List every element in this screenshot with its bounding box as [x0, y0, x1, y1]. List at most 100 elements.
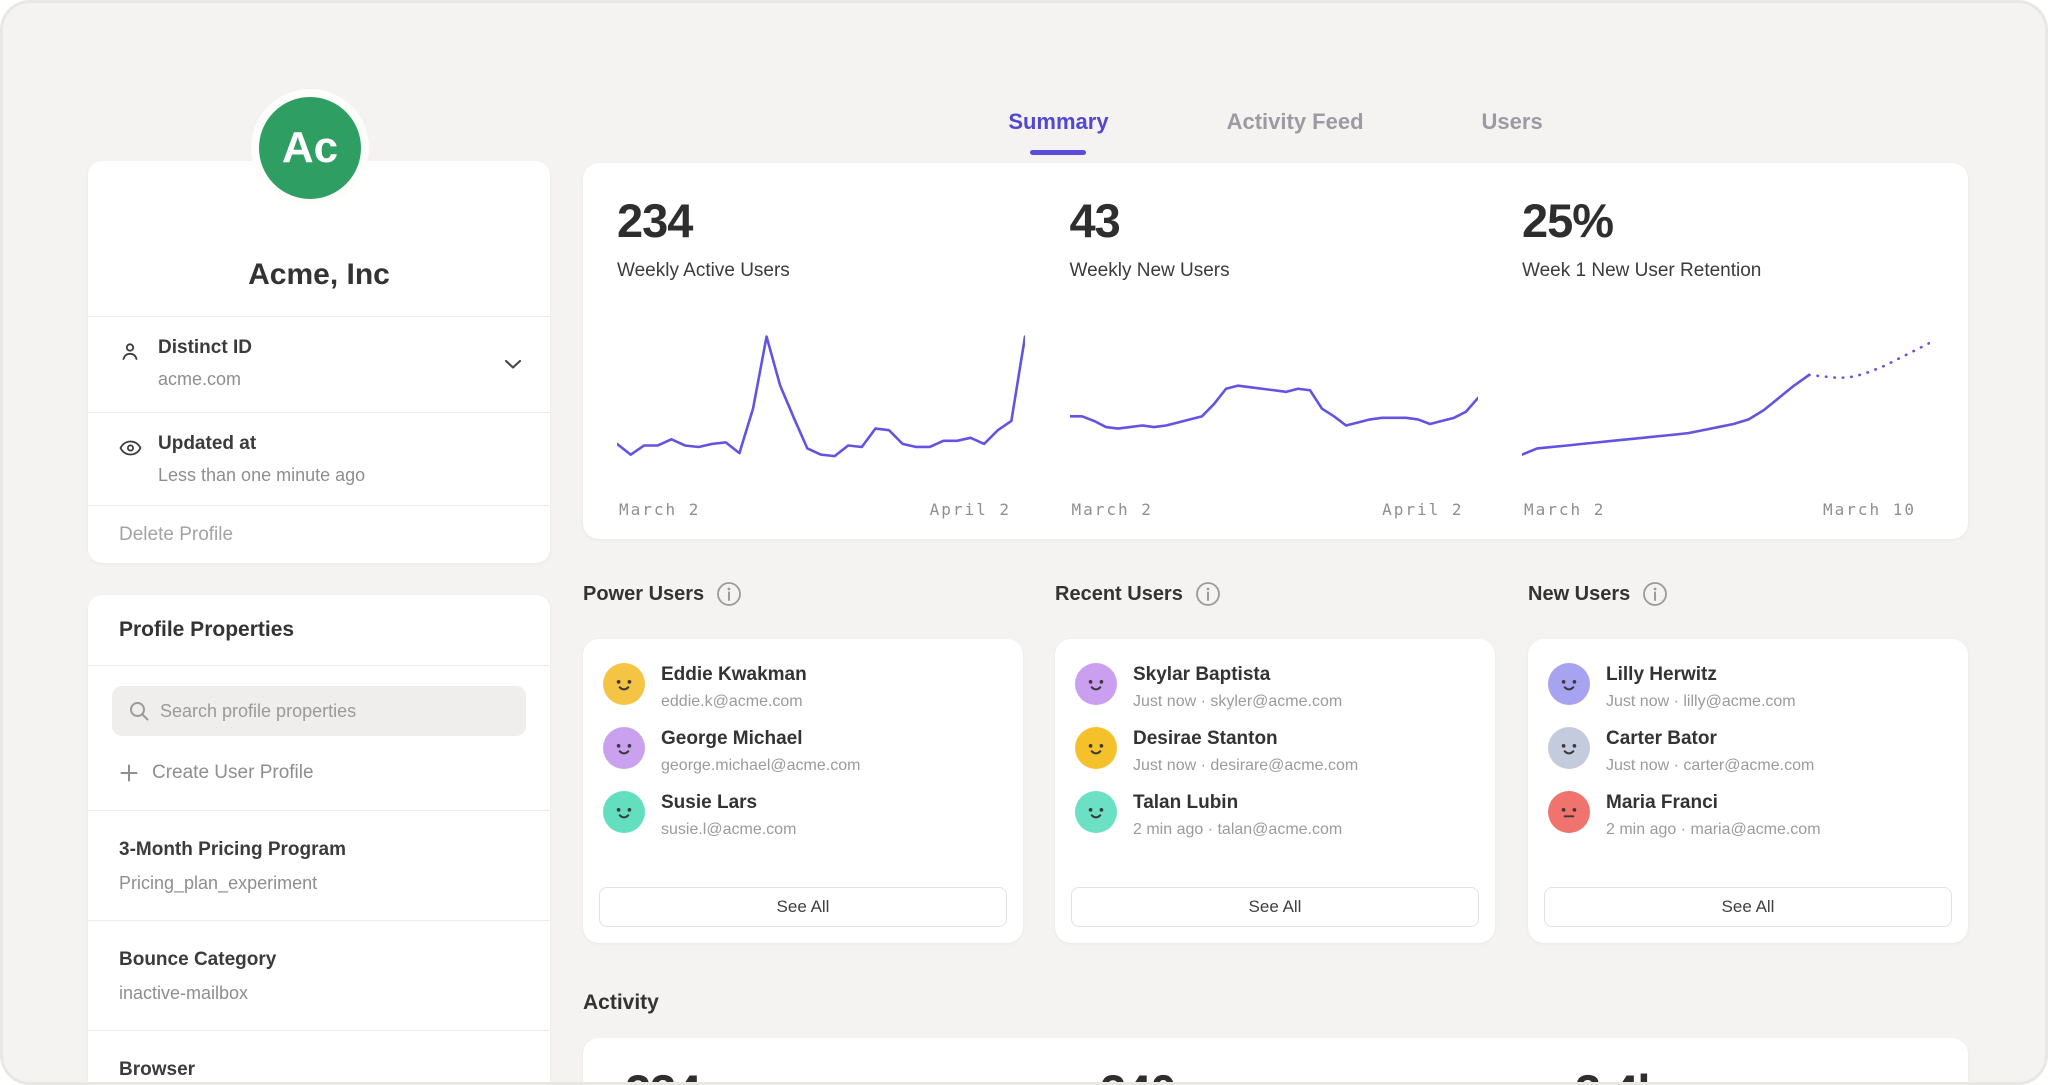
company-avatar: Ac — [251, 89, 369, 207]
user-avatar — [603, 727, 645, 769]
property-row[interactable]: Browser Chrome — [88, 1031, 550, 1085]
user-name: Carter Bator — [1606, 727, 1814, 750]
field-label: Distinct ID — [158, 337, 252, 359]
create-user-profile-label: Create User Profile — [152, 762, 314, 784]
x-tick-left: March 2 — [1072, 500, 1153, 519]
field-updated-at: Updated at Less than one minute ago — [88, 413, 550, 505]
summary-card: 234 Weekly Active Users March 2 April 2 … — [583, 163, 1968, 539]
see-all-button[interactable]: See All — [599, 887, 1007, 927]
stat-value: 43 — [1070, 193, 1478, 248]
divider — [88, 665, 550, 666]
user-list-item[interactable]: Desirae Stanton Just now · desirare@acme… — [1075, 727, 1475, 775]
user-text: Skylar Baptista Just now · skyler@acme.c… — [1133, 663, 1342, 711]
stat-weekly-active-users: 234 Weekly Active Users March 2 April 2 — [617, 193, 1025, 539]
recent-users-card: Skylar Baptista Just now · skyler@acme.c… — [1055, 639, 1495, 943]
tab-users[interactable]: Users — [1482, 89, 1543, 155]
face-icon — [1556, 799, 1582, 825]
activity-stat: 3.4k — [1575, 1064, 1662, 1085]
face-icon — [1083, 799, 1109, 825]
user-detail: 2 min ago · maria@acme.com — [1606, 821, 1821, 839]
avatar-initials: Ac — [282, 123, 338, 173]
weekly-new-users-chart — [1070, 320, 1478, 482]
person-icon — [118, 337, 158, 412]
user-avatar — [1548, 663, 1590, 705]
user-avatar — [1075, 663, 1117, 705]
user-name: Talan Lubin — [1133, 791, 1342, 814]
section-title: New Users — [1528, 583, 1630, 606]
user-detail: Just now · skyler@acme.com — [1133, 693, 1342, 711]
user-avatar — [1075, 727, 1117, 769]
property-value: Pricing_plan_experiment — [119, 873, 550, 894]
face-icon — [1083, 735, 1109, 761]
user-list-item[interactable]: Eddie Kwakman eddie.k@acme.com — [603, 663, 1003, 711]
x-tick-right: April 2 — [930, 500, 1011, 519]
user-text: Eddie Kwakman eddie.k@acme.com — [661, 663, 807, 711]
field-text: Updated at Less than one minute ago — [158, 433, 365, 505]
x-axis-labels: March 2 April 2 — [617, 500, 1025, 519]
recent-users-header: Recent Users — [1055, 579, 1221, 609]
user-list-item[interactable]: Skylar Baptista Just now · skyler@acme.c… — [1075, 663, 1475, 711]
power-users-card: Eddie Kwakman eddie.k@acme.com George Mi… — [583, 639, 1023, 943]
property-row[interactable]: 3-Month Pricing Program Pricing_plan_exp… — [88, 811, 550, 920]
face-icon — [1556, 671, 1582, 697]
face-icon — [611, 799, 637, 825]
info-icon[interactable] — [1195, 581, 1221, 607]
search-input[interactable] — [112, 686, 526, 736]
field-label: Updated at — [158, 433, 365, 455]
user-list-item[interactable]: Susie Lars susie.l@acme.com — [603, 791, 1003, 839]
user-detail: Just now · desirare@acme.com — [1133, 757, 1358, 775]
delete-profile-button[interactable]: Delete Profile — [88, 506, 550, 564]
face-icon — [611, 735, 637, 761]
property-row[interactable]: Bounce Category inactive-mailbox — [88, 921, 550, 1030]
face-icon — [1556, 735, 1582, 761]
section-title: Recent Users — [1055, 583, 1183, 606]
x-tick-left: March 2 — [1524, 500, 1605, 519]
property-name: Browser — [119, 1059, 550, 1081]
user-text: Carter Bator Just now · carter@acme.com — [1606, 727, 1814, 775]
user-list-item[interactable]: Maria Franci 2 min ago · maria@acme.com — [1548, 791, 1948, 839]
see-all-button[interactable]: See All — [1544, 887, 1952, 927]
eye-icon — [118, 433, 158, 505]
user-list-item[interactable]: George Michael george.michael@acme.com — [603, 727, 1003, 775]
x-tick-right: April 2 — [1382, 500, 1463, 519]
profile-properties-search — [112, 686, 526, 736]
user-avatar — [1548, 727, 1590, 769]
see-all-button[interactable]: See All — [1071, 887, 1479, 927]
user-list-item[interactable]: Carter Bator Just now · carter@acme.com — [1548, 727, 1948, 775]
plus-icon — [120, 764, 138, 782]
x-tick-left: March 2 — [619, 500, 700, 519]
user-detail: eddie.k@acme.com — [661, 693, 807, 711]
create-user-profile-button[interactable]: Create User Profile — [88, 760, 550, 786]
activity-section-title: Activity — [583, 991, 659, 1015]
user-text: Maria Franci 2 min ago · maria@acme.com — [1606, 791, 1821, 839]
user-name: George Michael — [661, 727, 860, 750]
info-icon[interactable] — [1642, 581, 1668, 607]
activity-card: 234 240 3.4k — [583, 1038, 1968, 1085]
field-value: Less than one minute ago — [158, 465, 365, 486]
user-list-item[interactable]: Talan Lubin 2 min ago · talan@acme.com — [1075, 791, 1475, 839]
user-list-item[interactable]: Lilly Herwitz Just now · lilly@acme.com — [1548, 663, 1948, 711]
user-detail: george.michael@acme.com — [661, 757, 860, 775]
stat-value: 25% — [1522, 193, 1930, 248]
stat-label: Week 1 New User Retention — [1522, 260, 1930, 282]
tab-label: Activity Feed — [1227, 109, 1364, 135]
field-distinct-id[interactable]: Distinct ID acme.com — [88, 317, 550, 412]
user-name: Desirae Stanton — [1133, 727, 1358, 750]
profile-name: Acme, Inc — [248, 258, 390, 292]
info-icon[interactable] — [716, 581, 742, 607]
profile-properties-title: Profile Properties — [119, 618, 294, 642]
x-axis-labels: March 2 April 2 — [1070, 500, 1478, 519]
new-users-header: New Users — [1528, 579, 1668, 609]
tab-activity-feed[interactable]: Activity Feed — [1227, 89, 1364, 155]
chevron-down-icon[interactable] — [504, 357, 522, 375]
profile-properties-header: Profile Properties — [88, 595, 550, 665]
user-text: Talan Lubin 2 min ago · talan@acme.com — [1133, 791, 1342, 839]
profile-page: Ac Acme, Inc Distinct ID acme.com — [0, 0, 2048, 1085]
user-detail: susie.l@acme.com — [661, 821, 796, 839]
tab-summary[interactable]: Summary — [1008, 89, 1108, 155]
user-avatar — [603, 791, 645, 833]
activity-stat: 234 — [625, 1064, 700, 1085]
user-text: Desirae Stanton Just now · desirare@acme… — [1133, 727, 1358, 775]
property-value: inactive-mailbox — [119, 983, 550, 1004]
user-text: Susie Lars susie.l@acme.com — [661, 791, 796, 839]
